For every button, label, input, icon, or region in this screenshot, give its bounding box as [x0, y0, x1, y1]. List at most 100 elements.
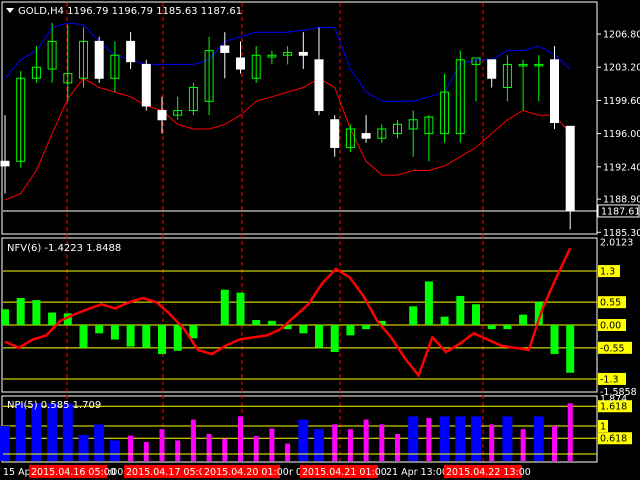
date-highlight-label: 2015.04.16 05:00 [31, 467, 116, 478]
npi-bar[interactable] [285, 443, 291, 461]
nfv-histogram-bar[interactable] [1, 309, 9, 325]
nfv-histogram-bar[interactable] [79, 325, 88, 348]
nfv-histogram-bar[interactable] [519, 314, 528, 325]
npi-level-label: 0.618 [600, 434, 627, 445]
nfv-indicator-plot[interactable] [1, 247, 597, 380]
nfv-histogram-bar[interactable] [503, 325, 512, 330]
nfv-histogram-bar[interactable] [456, 295, 465, 325]
nfv-histogram-bar[interactable] [440, 316, 449, 325]
npi-bar[interactable] [379, 424, 385, 461]
npi-bar[interactable] [143, 442, 149, 461]
npi-bar[interactable] [552, 426, 557, 461]
npi-bar[interactable] [31, 403, 42, 461]
candle-body[interactable] [361, 133, 371, 139]
npi-bar[interactable] [567, 403, 573, 461]
npi-top-label: 1.874 [600, 394, 627, 405]
candle-body[interactable] [236, 57, 245, 70]
candle-body[interactable] [141, 63, 151, 107]
nfv-histogram-bar[interactable] [158, 325, 166, 355]
nfv-level-label: 0.55 [600, 298, 621, 309]
candle-body[interactable] [298, 51, 308, 56]
nfv-top-label: 2.0123 [600, 237, 633, 248]
nfv-histogram-bar[interactable] [32, 300, 41, 325]
npi-bar[interactable] [78, 434, 89, 461]
npi-bar[interactable] [269, 428, 275, 461]
npi-bar[interactable] [15, 403, 26, 461]
nfv-histogram-bar[interactable] [126, 325, 135, 347]
npi-indicator-plot[interactable] [0, 403, 597, 461]
candle-body[interactable] [565, 125, 575, 212]
candle-body[interactable] [330, 119, 340, 148]
npi-bar[interactable] [47, 403, 58, 461]
npi-bar[interactable] [175, 440, 181, 461]
npi-bar[interactable] [426, 418, 432, 461]
npi-bar[interactable] [363, 419, 369, 461]
nfv-histogram-bar[interactable] [566, 325, 575, 373]
candle-body[interactable] [126, 40, 136, 63]
candle-body[interactable] [314, 59, 324, 112]
time-label: 15 Ap [3, 467, 31, 478]
npi-bar[interactable] [0, 426, 10, 461]
npi-bar[interactable] [128, 435, 134, 461]
price-axis: 1206.80 1203.20 1199.60 1196.00 1192.40 1188.… [597, 30, 640, 445]
price-tick-label: 1206.80 [603, 30, 640, 41]
nfv-histogram-bar[interactable] [189, 325, 198, 339]
npi-bar[interactable] [190, 419, 196, 461]
candle-body[interactable] [94, 40, 104, 79]
nfv-title: NFV(6) -1.4223 1.8488 [7, 243, 121, 254]
chevron-down-icon[interactable] [6, 8, 14, 13]
nfv-histogram-bar[interactable] [346, 325, 355, 336]
price-tick-label: 1199.60 [603, 96, 640, 107]
npi-bar[interactable] [159, 429, 165, 461]
nfv-histogram-bar[interactable] [550, 325, 559, 355]
nfv-histogram-bar[interactable] [236, 292, 245, 325]
npi-bar[interactable] [222, 438, 228, 461]
date-highlight-label: 2015.04.22 13:00 [446, 467, 531, 478]
nfv-histogram-bar[interactable] [362, 325, 371, 330]
nfv-histogram-bar[interactable] [409, 306, 418, 325]
candle-body[interactable] [0, 160, 10, 167]
nfv-histogram-bar[interactable] [299, 325, 308, 334]
price-plot[interactable] [0, 22, 597, 230]
nfv-level-label: 1.3 [600, 267, 615, 278]
candle-body[interactable] [157, 110, 167, 121]
npi-bar[interactable] [395, 434, 400, 461]
nfv-histogram-bar[interactable] [142, 325, 151, 348]
current-price-label: 1187.61 [601, 206, 640, 217]
nfv-histogram-bar[interactable] [330, 325, 339, 352]
nfv-histogram-bar[interactable] [173, 325, 182, 351]
nfv-histogram-bar[interactable] [487, 325, 496, 330]
date-highlight-label: 2015.04.17 05:00 [126, 467, 211, 478]
nfv-histogram-bar[interactable] [95, 325, 104, 334]
npi-bar[interactable] [347, 429, 353, 461]
price-tick-label: 1196.00 [603, 129, 640, 140]
nfv-histogram-bar[interactable] [110, 325, 119, 340]
npi-bar[interactable] [332, 424, 338, 461]
nfv-histogram-bar[interactable] [267, 320, 276, 325]
npi-bar[interactable] [489, 424, 495, 461]
nfv-histogram-bar[interactable] [424, 281, 433, 325]
nfv-histogram-bar[interactable] [315, 325, 323, 348]
npi-bar[interactable] [94, 424, 105, 461]
date-highlight-label: 2015.04.20 01:00 [204, 467, 289, 478]
candle-body[interactable] [550, 59, 559, 124]
nfv-histogram-bar[interactable] [472, 304, 480, 325]
npi-bar[interactable] [206, 434, 212, 461]
candle-body[interactable] [487, 59, 497, 79]
nfv-level-label: -1.3 [600, 374, 619, 385]
nfv-histogram-bar[interactable] [16, 298, 25, 325]
npi-title: NPI(5) 0.585 1.709 [7, 400, 101, 411]
npi-bar[interactable] [298, 419, 309, 461]
npi-bar[interactable] [520, 429, 526, 461]
nfv-histogram-bar[interactable] [48, 312, 57, 325]
nfv-histogram-bar[interactable] [220, 289, 229, 325]
npi-bar[interactable] [109, 440, 120, 461]
npi-bar[interactable] [62, 403, 73, 461]
npi-bar[interactable] [253, 436, 259, 461]
trading-chart[interactable]: 1206.80 1203.20 1199.60 1196.00 1192.40 1188.… [0, 0, 640, 480]
candle-body[interactable] [220, 45, 230, 53]
time-axis: 15 Ap:00 r 05 21 Apr 13:002015.04.16 05:00… [3, 465, 531, 478]
nfv-histogram-bar[interactable] [252, 320, 261, 325]
price-tick-label: 1188.90 [603, 195, 640, 206]
npi-bar[interactable] [314, 429, 324, 461]
